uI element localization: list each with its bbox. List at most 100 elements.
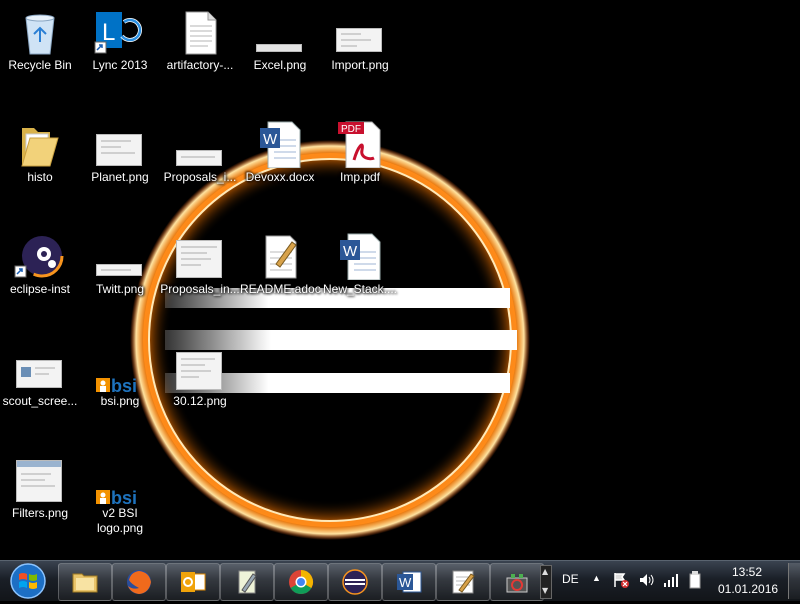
desktop-icon-devoxx-docx[interactable]: W Devoxx.docx [240, 112, 320, 212]
eclipse-icon [342, 569, 368, 595]
image-thumbnail-icon [96, 134, 142, 166]
outlook-icon [181, 572, 206, 592]
taskbar: W ▲ ▼ DE ▲ 13:52 01.01.2016 [0, 560, 800, 601]
lync-icon: L [94, 12, 142, 54]
icon-label: eclipse-inst [9, 282, 71, 296]
action-center-flag-icon[interactable] [612, 571, 630, 589]
icon-label: Twitt.png [95, 282, 145, 296]
icon-label: Import.png [331, 58, 389, 72]
icon-label: Proposals_i... [163, 170, 237, 184]
folder-explorer-icon [72, 573, 98, 593]
desktop-icon-bsi-png[interactable]: bsi bsi.png [80, 336, 160, 436]
plugin-icon [506, 574, 528, 593]
notepad-document-icon [265, 235, 297, 279]
image-thumbnail-icon [176, 240, 222, 278]
desktop-icon-planet-png[interactable]: Planet.png [80, 112, 160, 212]
pen-tool-icon [238, 570, 257, 594]
image-thumbnail-icon [176, 150, 222, 166]
svg-text:W: W [263, 131, 278, 148]
folder-icon [21, 128, 59, 167]
svg-text:PDF: PDF [341, 124, 361, 135]
icon-label: README.adoc [240, 282, 321, 296]
volume-icon[interactable] [638, 571, 656, 589]
icon-label: scout_scree... [2, 394, 78, 408]
desktop-icon-excel-png[interactable]: Excel.png [240, 0, 320, 100]
desktop-icon-v2-bsi-logo[interactable]: bsi v2 BSI logo.png [80, 448, 160, 548]
text-editor-icon [452, 570, 475, 594]
desktop-icon-twitt-png[interactable]: Twitt.png [80, 224, 160, 324]
show-desktop-button[interactable] [788, 563, 800, 599]
desktop-icon-lync[interactable]: L Lync 2013 [80, 0, 160, 100]
desktop-icon-scout-screenshot[interactable]: scout_scree... [0, 336, 80, 436]
desktop-icon-imp-pdf[interactable]: PDF Imp.pdf [320, 112, 400, 212]
network-signal-icon[interactable] [662, 571, 680, 589]
recycle-bin-icon [25, 14, 55, 55]
icon-label: histo [27, 170, 53, 184]
desktop[interactable]: Recycle Bin L Lync 2013 artifactory-... … [0, 0, 800, 560]
taskbar-explorer[interactable] [58, 563, 112, 601]
icon-label: Excel.png [253, 58, 307, 72]
taskbar-plugin-tool[interactable] [490, 563, 544, 601]
image-thumbnail-icon [336, 28, 382, 52]
desktop-icon-proposals-1[interactable]: Proposals_i... [160, 112, 240, 212]
power-plug-icon[interactable] [686, 570, 704, 590]
language-indicator[interactable]: DE [562, 572, 579, 586]
clock-time[interactable]: 13:52 [732, 565, 762, 579]
clock-date[interactable]: 01.01.2016 [718, 582, 778, 596]
text-file-icon [185, 11, 217, 55]
desktop-icon-readme-adoc[interactable]: README.adoc [240, 224, 321, 324]
desktop-icon-new-stack[interactable]: W New_Stack.... [320, 224, 400, 324]
desktop-icon-proposals-2[interactable]: Proposals_in... [160, 224, 240, 324]
chrome-icon [289, 570, 314, 595]
word-document-icon: W [260, 121, 301, 168]
desktop-icon-filters-png[interactable]: Filters.png [0, 448, 80, 548]
taskbar-chrome[interactable] [274, 563, 328, 601]
taskbar-word[interactable]: W [382, 563, 436, 601]
show-hidden-icons-chevron-icon[interactable]: ▲ [592, 573, 601, 583]
icon-label: Recycle Bin [8, 58, 72, 72]
image-thumbnail-icon [96, 264, 142, 276]
taskbar-scroll[interactable]: ▲ ▼ [540, 565, 552, 599]
icon-label: Filters.png [11, 506, 69, 520]
pdf-icon: PDF [338, 121, 381, 168]
bsi-logo-icon: bsi [96, 488, 137, 504]
word-document-icon: W [340, 233, 381, 280]
image-thumbnail-icon [16, 360, 62, 388]
eclipse-installer-icon [14, 234, 64, 278]
taskbar-notepad-plus[interactable] [220, 563, 274, 601]
desktop-icon-recycle-bin[interactable]: Recycle Bin [0, 0, 80, 100]
icon-label: Imp.pdf [339, 170, 381, 184]
icon-label: 30.12.png [173, 394, 227, 408]
taskbar-editor[interactable] [436, 563, 490, 601]
bsi-logo-icon: bsi [96, 376, 137, 392]
icon-label: Lync 2013 [92, 58, 148, 72]
icon-label: New_Stack.... [322, 282, 398, 296]
start-button[interactable] [4, 562, 52, 600]
icon-label: Planet.png [91, 170, 149, 184]
image-thumbnail-icon [16, 460, 62, 502]
svg-text:bsi: bsi [111, 488, 137, 504]
desktop-icon-histo[interactable]: histo [0, 112, 80, 212]
firefox-icon [127, 570, 151, 594]
desktop-icon-30-12-png[interactable]: 30.12.png [160, 336, 240, 436]
svg-text:W: W [399, 575, 412, 590]
icon-label: v2 BSI logo.png [96, 506, 144, 535]
taskbar-outlook[interactable] [166, 563, 220, 601]
word-icon: W [397, 571, 422, 593]
desktop-icon-artifactory[interactable]: artifactory-... [160, 0, 240, 100]
taskbar-eclipse[interactable] [328, 563, 382, 601]
desktop-icon-import-png[interactable]: Import.png [320, 0, 400, 100]
svg-text:W: W [343, 243, 358, 260]
icon-label: Proposals_in... [160, 282, 240, 296]
image-thumbnail-icon [256, 44, 302, 52]
chevron-down-icon[interactable]: ▼ [542, 586, 548, 595]
windows-start-icon [10, 563, 46, 599]
svg-text:bsi: bsi [111, 376, 137, 392]
desktop-icon-eclipse-inst[interactable]: eclipse-inst [0, 224, 80, 324]
chevron-up-icon[interactable]: ▲ [542, 567, 548, 576]
taskbar-firefox[interactable] [112, 563, 166, 601]
image-thumbnail-icon [176, 352, 222, 390]
icon-label: Devoxx.docx [245, 170, 315, 184]
icon-label: artifactory-... [166, 58, 234, 72]
icon-label: bsi.png [100, 394, 140, 408]
